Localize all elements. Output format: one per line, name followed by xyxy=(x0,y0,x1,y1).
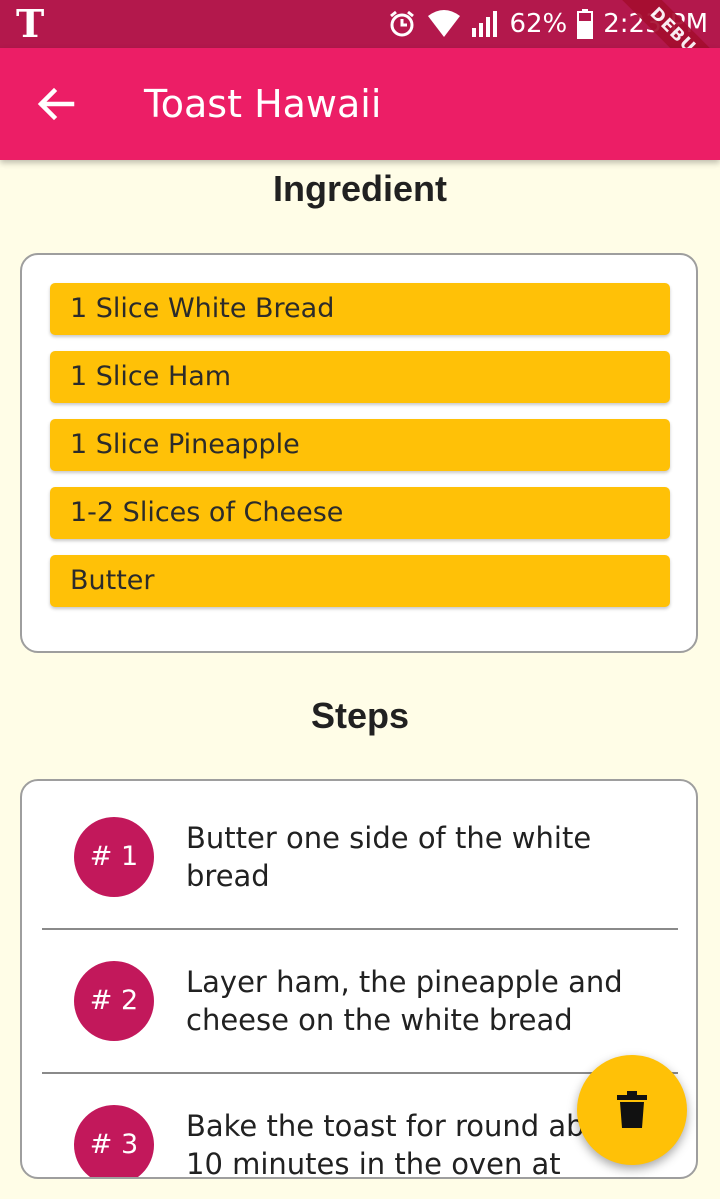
step-number-badge: # 3 xyxy=(74,1105,154,1177)
step-number-badge: # 1 xyxy=(74,817,154,897)
status-bar: T 62% 2:23 PM DEBUG xyxy=(0,0,720,103)
app-notification-letter: T xyxy=(16,1,45,46)
step-text: Layer ham, the pineapple and cheese on t… xyxy=(186,965,623,1037)
ingredient-heading: Ingredient xyxy=(272,168,447,209)
ingredient-item: 1 Slice Pineapple xyxy=(50,419,670,471)
steps-heading: Steps xyxy=(310,695,410,736)
alarm-icon xyxy=(390,10,415,37)
battery-percent: 62% xyxy=(509,9,568,39)
ingredient-item: 1 Slice White Bread xyxy=(50,283,670,335)
ingredient-item: 1 Slice Ham xyxy=(50,351,670,403)
trash-icon xyxy=(617,1091,647,1128)
app-bar: Toast Hawaii xyxy=(0,48,720,160)
wifi-icon xyxy=(428,10,461,37)
back-button[interactable] xyxy=(32,80,80,128)
step-item: # 2 Layer ham, the pineapple and cheese … xyxy=(42,925,678,1069)
battery-icon xyxy=(577,9,594,39)
step-item: # 1 Butter one side of the white bread xyxy=(42,781,678,925)
ingredient-item: 1-2 Slices of Cheese xyxy=(50,487,670,539)
signal-icon xyxy=(472,11,498,37)
ingredient-card: 1 Slice White Bread 1 Slice Ham 1 Slice … xyxy=(20,253,698,653)
ingredient-item: Butter xyxy=(50,555,670,607)
arrow-back-icon xyxy=(37,87,75,121)
delete-fab-button[interactable] xyxy=(577,1055,687,1165)
page-title: Toast Hawaii xyxy=(144,82,382,126)
step-text: Butter one side of the white bread xyxy=(186,821,592,893)
step-number-badge: # 2 xyxy=(74,961,154,1041)
